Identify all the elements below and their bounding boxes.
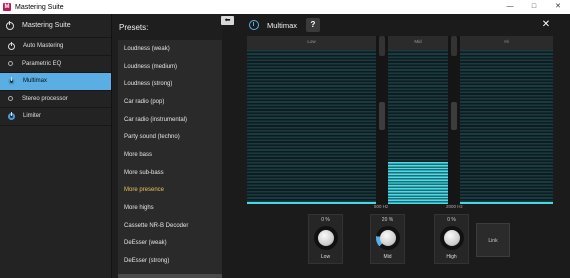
crossover-freq-label: 500 Hz — [374, 204, 389, 209]
presets-label: Presets: — [119, 22, 149, 32]
band-mid: Mid — [388, 36, 448, 204]
preset-item-selected[interactable]: More presence — [118, 182, 222, 200]
preset-item[interactable]: Loudness (weak) — [118, 40, 222, 58]
close-window-button[interactable]: ✕ — [546, 0, 570, 14]
preset-item[interactable]: More bass — [118, 146, 222, 164]
sidebar-header: Mastering Suite — [0, 14, 111, 38]
preset-scrollbar[interactable] — [118, 274, 222, 278]
power-icon[interactable] — [249, 20, 259, 30]
crossover-handle-2[interactable] — [448, 36, 460, 204]
window-title: Mastering Suite — [15, 3, 64, 11]
preset-item[interactable]: Loudness (medium) — [118, 58, 222, 76]
sidebar-item-label: Limiter — [23, 113, 42, 120]
preset-item[interactable]: Party sound (techno) — [118, 128, 222, 146]
sidebar-item-label: Stereo processor — [22, 95, 68, 102]
sidebar-item-stereo-processor[interactable]: Stereo processor — [0, 91, 111, 108]
back-arrow-button[interactable]: ⬅ — [221, 16, 234, 25]
sidebar-item-label: Multimax — [23, 78, 48, 85]
preset-item[interactable]: Cassette NR-B Decoder — [118, 217, 222, 235]
preset-list[interactable]: Loudness (weak) Loudness (medium) Loudne… — [118, 40, 222, 278]
meter-bars — [460, 50, 553, 204]
knob-dial[interactable] — [314, 226, 338, 250]
dot-icon — [8, 96, 13, 102]
preset-item[interactable]: DeEsser (strong) — [118, 252, 222, 270]
splitter-grip[interactable] — [379, 36, 385, 56]
title-bar: M Mastering Suite — □ ✕ — [0, 0, 570, 14]
meter-bars — [247, 50, 376, 204]
sidebar-title: Mastering Suite — [22, 22, 71, 29]
power-icon[interactable] — [8, 76, 15, 85]
sidebar-item-limiter[interactable]: Limiter — [0, 108, 111, 126]
knob-dial[interactable] — [376, 226, 400, 250]
preset-item[interactable]: More sub-bass — [118, 164, 222, 182]
preset-item[interactable]: Car radio (pop) — [118, 93, 222, 111]
knob-value: 0 % — [321, 217, 330, 223]
module-header: Multimax ? ✕ — [247, 14, 553, 36]
band-label: Hi — [504, 39, 509, 44]
splitter-grip[interactable] — [451, 102, 457, 130]
preset-item[interactable]: DeEsser (weak) — [118, 235, 222, 253]
crossover-handle-1[interactable] — [376, 36, 388, 204]
meter-fill — [460, 202, 553, 204]
power-icon[interactable] — [6, 20, 14, 30]
band-hi: Hi — [460, 36, 553, 204]
preset-item[interactable]: Loudness (strong) — [118, 75, 222, 93]
sidebar-item-auto-mastering[interactable]: Auto Mastering — [0, 38, 111, 56]
module-title: Multimax — [267, 20, 298, 30]
knob-label: Mid — [383, 254, 392, 260]
splitter-grip[interactable] — [451, 36, 457, 56]
app-icon: M — [3, 3, 11, 11]
knob-label: Low — [320, 254, 331, 260]
sidebar-item-multimax[interactable]: Multimax — [0, 73, 111, 91]
knob-high[interactable]: 0 % High — [434, 214, 469, 264]
splitter-grip[interactable] — [379, 102, 385, 130]
preset-item[interactable]: Car radio (instrumental) — [118, 111, 222, 129]
meter-fill — [388, 162, 448, 204]
meter-fill — [247, 202, 376, 204]
knob-value: 0 % — [447, 217, 456, 223]
crossover-freq-label: 2000 Hz — [446, 204, 463, 209]
band-label: Mid — [414, 39, 422, 44]
minimize-button[interactable]: — — [498, 0, 522, 14]
preset-item[interactable]: More highs — [118, 199, 222, 217]
band-label: Low — [307, 39, 316, 44]
help-button[interactable]: ? — [306, 18, 320, 32]
maximize-button[interactable]: □ — [522, 0, 546, 14]
band-meters: Low Mid Hi — [247, 36, 553, 204]
power-icon[interactable] — [8, 41, 15, 50]
band-low: Low — [247, 36, 376, 204]
power-icon[interactable] — [8, 111, 15, 120]
module-sidebar: Mastering Suite Auto Mastering Parametri… — [0, 14, 112, 278]
knob-label: High — [446, 254, 457, 260]
close-module-button[interactable]: ✕ — [539, 18, 553, 32]
sidebar-item-label: Auto Mastering — [23, 43, 64, 50]
knob-low[interactable]: 0 % Low — [308, 214, 343, 264]
sidebar-item-parametric-eq[interactable]: Parametric EQ — [0, 56, 111, 73]
knob-value: 20 % — [381, 217, 394, 223]
presets-panel: Presets: Loudness (weak) Loudness (mediu… — [112, 14, 222, 278]
dot-icon — [8, 61, 13, 67]
knob-dial[interactable] — [440, 226, 464, 250]
sidebar-item-label: Parametric EQ — [22, 60, 62, 67]
link-button[interactable]: Link — [476, 223, 510, 257]
knob-mid[interactable]: 20 % Mid — [370, 214, 405, 264]
